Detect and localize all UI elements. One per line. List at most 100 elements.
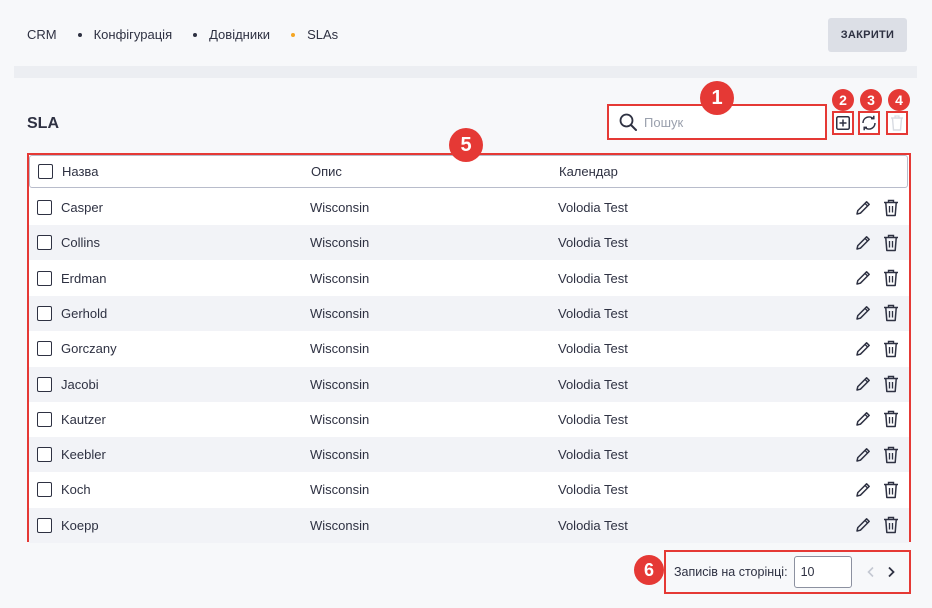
- search-input[interactable]: [644, 114, 814, 130]
- previous-page-button[interactable]: [862, 563, 880, 581]
- cell-description: Wisconsin: [310, 411, 370, 427]
- delete-button[interactable]: [881, 268, 901, 288]
- delete-button[interactable]: [881, 374, 901, 394]
- pencil-icon: [856, 306, 870, 321]
- column-header-calendar[interactable]: Календар: [559, 164, 618, 179]
- delete-button[interactable]: [881, 198, 901, 218]
- edit-button[interactable]: [853, 268, 873, 288]
- select-all-checkbox[interactable]: [38, 164, 53, 179]
- row-actions: [853, 508, 901, 543]
- page-size-input[interactable]: [793, 556, 852, 588]
- next-page-button[interactable]: [882, 563, 900, 581]
- close-button[interactable]: ЗАКРИТИ: [828, 18, 907, 52]
- trash-icon: [884, 269, 898, 287]
- cell-calendar: Volodia Test: [558, 447, 628, 463]
- edit-button[interactable]: [853, 339, 873, 359]
- row-actions: [853, 331, 901, 366]
- column-header-name[interactable]: Назва: [62, 164, 98, 179]
- row-checkbox[interactable]: [37, 200, 52, 215]
- pencil-icon: [856, 482, 870, 497]
- edit-button[interactable]: [853, 480, 873, 500]
- add-icon: [836, 116, 850, 130]
- row-checkbox[interactable]: [37, 376, 52, 392]
- row-actions: [853, 402, 901, 437]
- cell-name: Collins: [61, 235, 101, 251]
- edit-button[interactable]: [853, 445, 873, 465]
- annotation-badge-4: 4: [888, 89, 910, 111]
- page-title: SLA: [27, 115, 59, 132]
- breadcrumb-slas: SLAs: [307, 27, 339, 42]
- table-row[interactable]: Gerhold Wisconsin Volodia Test: [29, 295, 909, 331]
- breadcrumb-directories[interactable]: Довідники: [209, 27, 270, 42]
- chevron-left-icon: [866, 566, 874, 578]
- breadcrumb-configuration[interactable]: Конфігурація: [94, 27, 173, 42]
- cell-name: Gorczany: [61, 341, 117, 357]
- row-checkbox[interactable]: [37, 411, 52, 427]
- cell-description: Wisconsin: [310, 447, 370, 463]
- cell-name: Koch: [61, 482, 91, 498]
- cell-name: Casper: [61, 200, 103, 215]
- row-actions: [853, 367, 901, 402]
- table-row[interactable]: Erdman Wisconsin Volodia Test: [29, 261, 909, 296]
- cell-description: Wisconsin: [310, 482, 370, 498]
- search-icon: [619, 113, 637, 131]
- breadcrumb-separator: [77, 32, 82, 37]
- trash-icon: [884, 305, 898, 322]
- delete-button[interactable]: [881, 303, 901, 323]
- edit-button[interactable]: [853, 198, 873, 218]
- row-checkbox[interactable]: [37, 482, 52, 498]
- annotation-badge-1: 1: [700, 81, 734, 115]
- table-row[interactable]: Keebler Wisconsin Volodia Test: [29, 437, 909, 473]
- table-row[interactable]: Casper Wisconsin Volodia Test: [29, 190, 909, 225]
- trash-icon: [884, 411, 898, 428]
- add-button[interactable]: [832, 111, 854, 135]
- delete-selected-button[interactable]: [886, 111, 908, 135]
- trash-icon: [884, 375, 898, 393]
- table-row[interactable]: Kautzer Wisconsin Volodia Test: [29, 402, 909, 437]
- row-checkbox[interactable]: [37, 447, 52, 463]
- delete-button[interactable]: [881, 445, 901, 465]
- row-actions: [853, 472, 901, 507]
- column-header-description[interactable]: Опис: [311, 164, 342, 179]
- cell-calendar: Volodia Test: [558, 235, 628, 251]
- cell-description: Wisconsin: [310, 305, 370, 321]
- edit-button[interactable]: [853, 374, 873, 394]
- cell-calendar: Volodia Test: [558, 341, 628, 357]
- row-actions: [853, 296, 901, 331]
- breadcrumb-separator: [193, 32, 198, 37]
- delete-button[interactable]: [881, 339, 901, 359]
- row-checkbox[interactable]: [37, 235, 52, 251]
- cell-description: Wisconsin: [310, 376, 370, 392]
- trash-icon: [884, 340, 898, 357]
- table-row[interactable]: Koch Wisconsin Volodia Test: [29, 472, 909, 507]
- row-checkbox[interactable]: [37, 517, 52, 533]
- table-row[interactable]: Gorczany Wisconsin Volodia Test: [29, 331, 909, 366]
- sla-table: Назва Опис Календар Casper Wisconsin Vol…: [27, 153, 911, 543]
- refresh-button[interactable]: [858, 111, 880, 135]
- annotation-badge-2: 2: [832, 89, 854, 111]
- table-row[interactable]: Collins Wisconsin Volodia Test: [29, 225, 909, 261]
- edit-button[interactable]: [853, 515, 873, 535]
- cell-name: Gerhold: [61, 305, 108, 321]
- edit-button[interactable]: [853, 303, 873, 323]
- delete-button[interactable]: [881, 480, 901, 500]
- row-checkbox[interactable]: [37, 341, 52, 357]
- pencil-icon: [856, 341, 870, 356]
- chevron-right-icon: [887, 566, 895, 578]
- cell-description: Wisconsin: [310, 235, 370, 251]
- delete-button[interactable]: [881, 233, 901, 253]
- row-checkbox[interactable]: [37, 270, 52, 286]
- row-checkbox[interactable]: [37, 305, 52, 321]
- trash-icon: [884, 516, 898, 534]
- edit-button[interactable]: [853, 233, 873, 253]
- row-actions: [853, 190, 901, 225]
- table-row[interactable]: Koepp Wisconsin Volodia Test: [29, 507, 909, 543]
- pagination: Записів на сторінці:: [664, 550, 911, 594]
- breadcrumb-crm[interactable]: CRM: [27, 27, 57, 42]
- annotation-badge-6: 6: [634, 555, 664, 585]
- cell-calendar: Volodia Test: [558, 270, 628, 286]
- delete-button[interactable]: [881, 409, 901, 429]
- edit-button[interactable]: [853, 409, 873, 429]
- table-row[interactable]: Jacobi Wisconsin Volodia Test: [29, 366, 909, 402]
- delete-button[interactable]: [881, 515, 901, 535]
